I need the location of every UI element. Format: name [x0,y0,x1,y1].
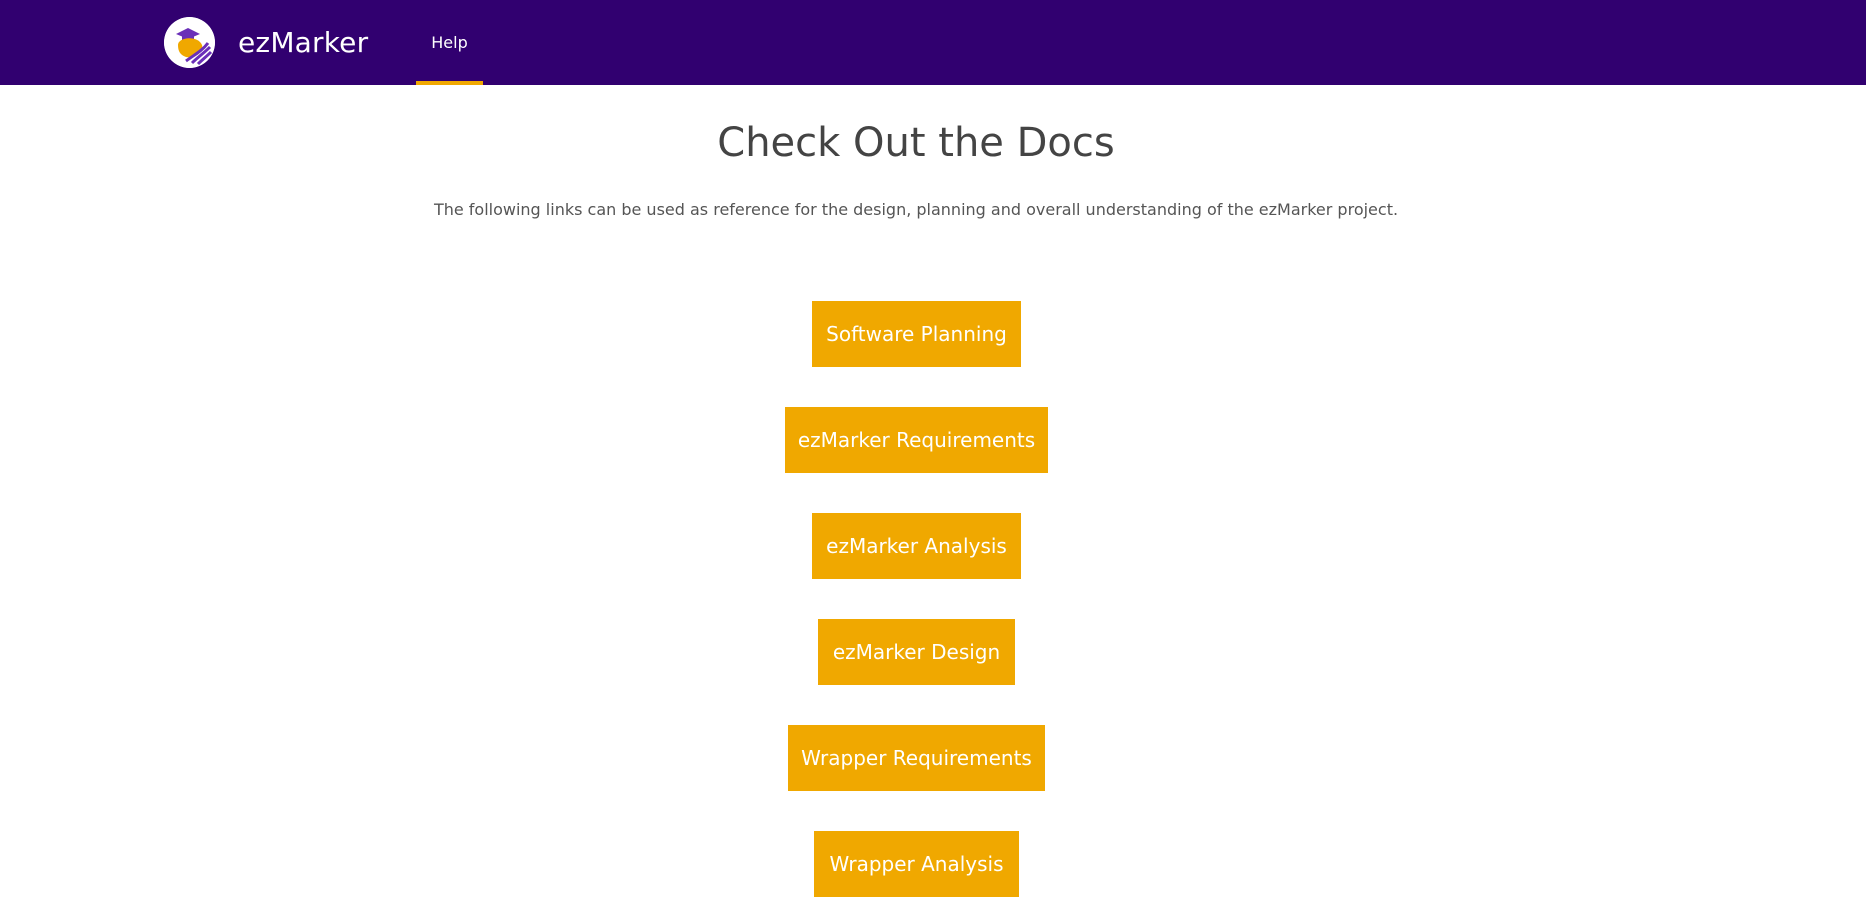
page-subtitle: The following links can be used as refer… [433,200,1399,219]
top-navbar: ezMarker Help [0,0,1866,85]
wrapper-analysis-button[interactable]: Wrapper Analysis [814,831,1019,897]
ezmarker-analysis-button[interactable]: ezMarker Analysis [812,513,1021,579]
active-tab-indicator [416,81,483,85]
ezmarker-requirements-button[interactable]: ezMarker Requirements [785,407,1048,473]
nav-item-help[interactable]: Help [416,0,483,85]
wrapper-requirements-button[interactable]: Wrapper Requirements [788,725,1045,791]
brand-link[interactable]: ezMarker [164,16,369,68]
brand-name: ezMarker [238,25,369,59]
nav-item-label: Help [431,33,468,52]
graduate-owl-logo-icon [164,16,215,68]
ezmarker-design-button[interactable]: ezMarker Design [818,619,1015,685]
software-planning-button[interactable]: Software Planning [812,301,1021,367]
page-title: Check Out the Docs [717,120,1115,166]
